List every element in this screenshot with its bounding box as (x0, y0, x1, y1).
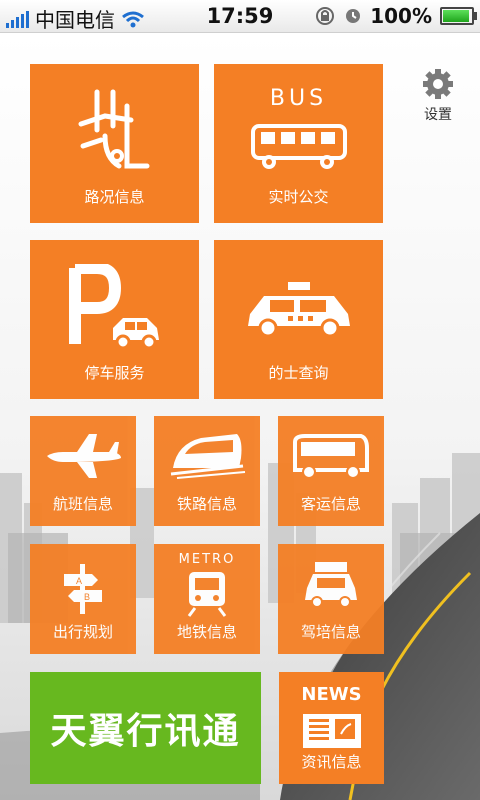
tile-taxi[interactable]: 的士查询 (214, 240, 383, 399)
alarm-icon (346, 9, 361, 23)
rotation-lock-icon (316, 7, 335, 25)
bus-icon (250, 124, 347, 169)
tile-label: 的士查询 (268, 364, 329, 382)
news-text: NEWS (301, 684, 362, 705)
settings-button[interactable]: 设置 (412, 68, 464, 124)
airplane-icon (47, 434, 121, 478)
tile-trip-planning[interactable]: A B 出行规划 (30, 544, 136, 654)
tile-label: 驾培信息 (300, 623, 361, 641)
tile-rail[interactable]: 铁路信息 (154, 416, 260, 526)
tile-label: 出行规划 (52, 623, 113, 641)
tile-label: 路况信息 (84, 188, 145, 206)
metro-icon (187, 572, 227, 617)
tile-coach[interactable]: 客运信息 (278, 416, 384, 526)
battery-percent: 100% (370, 4, 432, 28)
brand-tile[interactable]: 天翼行讯通 (30, 672, 261, 784)
tile-label: 客运信息 (300, 495, 361, 513)
driving-school-car-icon (305, 562, 357, 608)
brand-title: 天翼行讯通 (50, 710, 241, 752)
tile-flight[interactable]: 航班信息 (30, 416, 136, 526)
tile-label: 航班信息 (52, 495, 113, 513)
tile-label: 资讯信息 (301, 753, 362, 771)
newspaper-icon (303, 714, 361, 748)
metro-text: METRO (178, 552, 236, 567)
taxi-icon (247, 282, 350, 336)
tile-road-info[interactable]: 路况信息 (30, 64, 199, 223)
battery-icon (440, 7, 477, 25)
tile-news[interactable]: NEWS 资讯信息 (279, 672, 384, 784)
road-map-icon (78, 89, 149, 169)
signpost-icon: A B (64, 564, 102, 614)
tile-realtime-bus[interactable]: BUS 实时公交 (214, 64, 383, 223)
tile-label: 铁路信息 (176, 495, 237, 513)
coach-bus-icon (293, 434, 369, 479)
train-icon (170, 434, 246, 479)
parking-icon (68, 264, 159, 350)
tile-metro[interactable]: METRO 地铁信息 (154, 544, 260, 654)
status-bar: 中国电信 17:59 100% (0, 0, 480, 33)
bus-text: BUS (269, 86, 328, 111)
svg-text:B: B (84, 592, 90, 602)
tile-driving-school[interactable]: 驾培信息 (278, 544, 384, 654)
settings-label: 设置 (424, 107, 452, 123)
gear-icon (423, 69, 453, 99)
tile-parking[interactable]: 停车服务 (30, 240, 199, 399)
tile-label: 地铁信息 (176, 623, 237, 641)
svg-text:A: A (76, 576, 82, 586)
tile-label: 停车服务 (84, 364, 145, 382)
tile-label: 实时公交 (268, 188, 329, 206)
